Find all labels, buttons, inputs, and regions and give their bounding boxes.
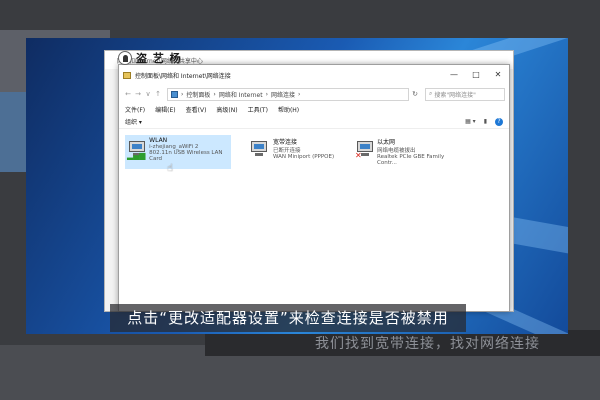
title-bar[interactable]: 控制面板\网络和 Internet\网络连接 — □ ✕ bbox=[119, 65, 509, 85]
adapter-wlan[interactable]: ▂▄▆ WLAN i-zhejiang_aWiFi 2 802.11n USB … bbox=[125, 135, 231, 174]
hand-cursor-icon: ☝ bbox=[167, 163, 174, 174]
close-button[interactable]: ✕ bbox=[487, 65, 509, 85]
menu-bar: 文件(F) 编辑(E) 查看(V) 高级(N) 工具(T) 帮助(H) bbox=[119, 103, 509, 115]
minimize-button[interactable]: — bbox=[443, 65, 465, 85]
search-icon: ⌕ bbox=[429, 90, 433, 97]
help-icon[interactable]: ? bbox=[495, 117, 503, 126]
watermark-logo: 盗 艺 杨 bbox=[118, 50, 182, 66]
menu-view[interactable]: 查看(V) bbox=[186, 105, 207, 114]
broadband-adapter-icon bbox=[249, 140, 269, 160]
adapter-device: 802.11n USB Wireless LAN Card bbox=[149, 150, 223, 162]
command-bar: 组织 ▾ ▦ ▾ ▮ ? bbox=[119, 115, 509, 129]
adapter-device: Realtek PCIe GBE Family Contr... bbox=[377, 154, 445, 166]
wireless-adapter-icon: ▂▄▆ bbox=[127, 140, 145, 160]
network-connections-window[interactable]: 控制面板\网络和 Internet\网络连接 — □ ✕ ← → ∨ ↑ › 控… bbox=[118, 64, 510, 312]
menu-tools[interactable]: 工具(T) bbox=[248, 105, 268, 114]
up-button[interactable]: ↑ bbox=[153, 90, 163, 98]
folder-icon bbox=[123, 71, 131, 79]
breadcrumb-sep: › bbox=[297, 90, 301, 98]
search-placeholder: 搜索"网络连接" bbox=[434, 91, 476, 99]
adapter-list: ▂▄▆ WLAN i-zhejiang_aWiFi 2 802.11n USB … bbox=[119, 129, 509, 299]
preview-pane-button[interactable]: ▮ bbox=[484, 118, 487, 125]
menu-help[interactable]: 帮助(H) bbox=[278, 105, 299, 114]
desktop-screen: 网络和Internet\网络和共享中心 控制面板\网络和 Internet\网络… bbox=[26, 38, 568, 334]
search-input[interactable]: ⌕ 搜索"网络连接" bbox=[425, 87, 505, 101]
address-bar[interactable]: › 控制面板 › 网络和 Internet › 网络连接 › bbox=[167, 87, 409, 101]
ethernet-adapter-icon: ✕ bbox=[355, 140, 373, 160]
adapter-status: 已断开连接 bbox=[273, 148, 301, 154]
logo-mark-icon bbox=[118, 51, 132, 65]
disconnected-x-icon: ✕ bbox=[355, 151, 362, 160]
menu-file[interactable]: 文件(F) bbox=[125, 105, 145, 114]
change-view-button[interactable]: ▦ ▾ bbox=[465, 118, 476, 125]
back-button[interactable]: ← bbox=[123, 90, 133, 98]
menu-edit[interactable]: 编辑(E) bbox=[155, 105, 175, 114]
logo-text: 盗 艺 杨 bbox=[136, 52, 182, 65]
refresh-button[interactable]: ↻ bbox=[409, 90, 421, 98]
menu-advanced[interactable]: 高级(N) bbox=[216, 105, 237, 114]
breadcrumb-network-internet[interactable]: 网络和 Internet bbox=[219, 90, 263, 99]
breadcrumb-sep: › bbox=[265, 90, 268, 98]
breadcrumb-sep: › bbox=[213, 90, 216, 98]
window-title: 控制面板\网络和 Internet\网络连接 bbox=[135, 72, 231, 80]
breadcrumb-sep: › bbox=[181, 90, 184, 98]
address-row: ← → ∨ ↑ › 控制面板 › 网络和 Internet › 网络连接 › ↻… bbox=[119, 85, 509, 103]
breadcrumb-network-connections[interactable]: 网络连接 bbox=[271, 90, 295, 99]
subtitle-caption: 点击“更改适配器设置”来检查连接是否被禁用 bbox=[110, 304, 466, 332]
adapter-device: WAN Miniport (PPPOE) bbox=[273, 154, 335, 160]
breadcrumb-control-panel[interactable]: 控制面板 bbox=[186, 90, 210, 99]
forward-button[interactable]: → bbox=[133, 90, 143, 98]
maximize-button[interactable]: □ bbox=[465, 65, 487, 85]
recent-locations-button[interactable]: ∨ bbox=[143, 90, 153, 98]
adapter-name: 以太网 bbox=[377, 139, 396, 146]
adapter-broadband[interactable]: 宽带连接 已断开连接 WAN Miniport (PPPOE) bbox=[247, 135, 353, 169]
adapter-name: 宽带连接 bbox=[273, 139, 298, 146]
adapter-name: WLAN bbox=[149, 137, 168, 144]
signal-bars-icon: ▂▄▆ bbox=[127, 151, 146, 160]
control-panel-icon bbox=[171, 90, 178, 98]
organize-button[interactable]: 组织 ▾ bbox=[125, 117, 142, 126]
adapter-status: 网络电缆被拔出 bbox=[377, 148, 416, 154]
adapter-ethernet[interactable]: ✕ 以太网 网络电缆被拔出 Realtek PCIe GBE Family Co… bbox=[353, 135, 459, 169]
